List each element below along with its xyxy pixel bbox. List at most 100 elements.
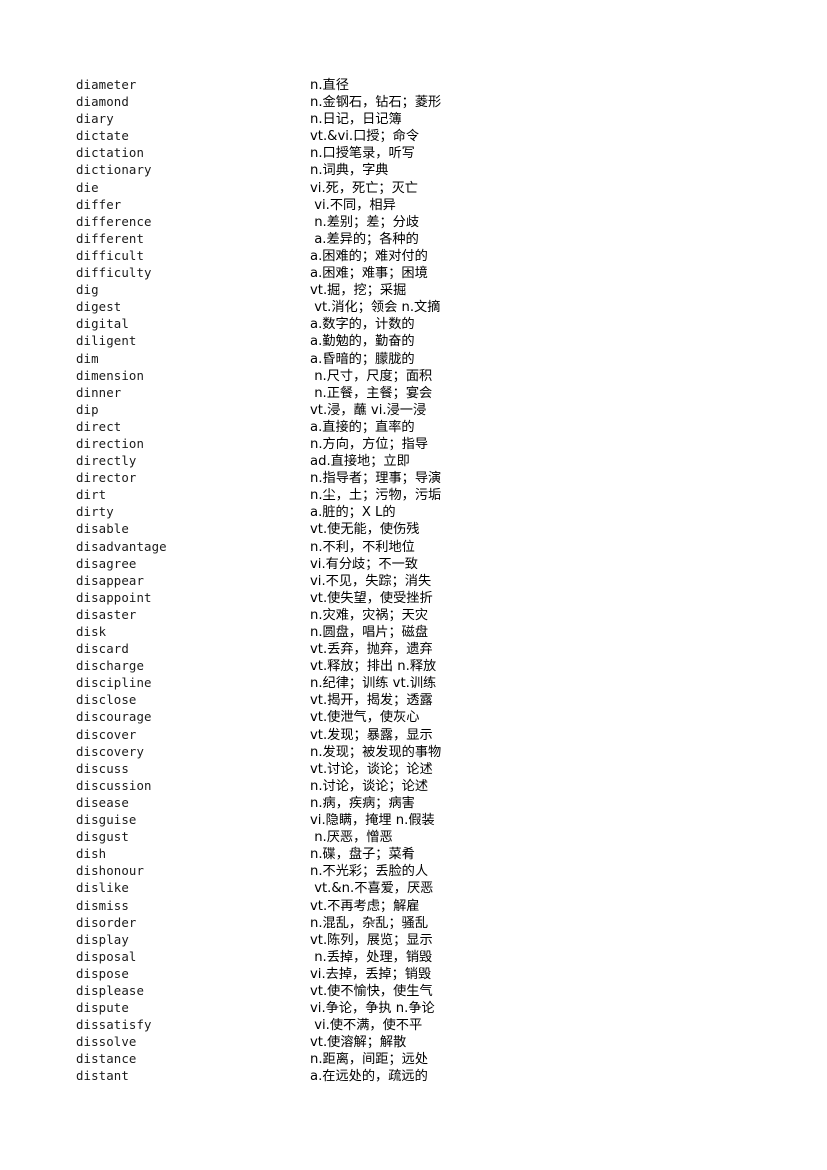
entry-headword: diamond xyxy=(76,94,129,110)
entry-definition: vi.不同，相异 xyxy=(310,197,396,213)
entry-definition: n.距离，间距；远处 xyxy=(310,1052,429,1068)
vocabulary-entry: die vi.死，死亡；灭亡 xyxy=(76,179,827,196)
entry-headword: differ xyxy=(76,196,122,212)
entry-definition: n.厌恶，憎恶 xyxy=(310,830,393,846)
entry-headword: dishonour xyxy=(76,863,145,879)
vocabulary-entry: digital a.数字的，计数的 xyxy=(76,315,827,332)
entry-headword: disguise xyxy=(76,812,137,828)
entry-definition: n.混乱，杂乱；骚乱 xyxy=(310,915,429,931)
vocabulary-entry: dictate vt.&vi.口授；命令 xyxy=(76,127,827,144)
entry-headword: dictate xyxy=(76,128,129,144)
vocabulary-entry: disappear vi.不见，失踪；消失 xyxy=(76,572,827,589)
vocabulary-entry: digest vt.消化；领会 n.文摘 xyxy=(76,298,827,315)
entry-definition: vt.讨论，谈论；论述 xyxy=(310,761,433,777)
entry-headword: directly xyxy=(76,453,137,469)
vocabulary-entry: disaster n.灾难，灾祸；天灾 xyxy=(76,606,827,623)
entry-definition: n.差别；差；分歧 xyxy=(310,214,420,230)
entry-headword: dissatisfy xyxy=(76,1017,152,1033)
entry-headword: dirt xyxy=(76,487,107,503)
entry-definition: vt.使溶解；解散 xyxy=(310,1035,407,1051)
entry-definition: a.脏的；X L的 xyxy=(310,505,396,521)
entry-headword: different xyxy=(76,230,145,246)
entry-definition: n.词典，字典 xyxy=(310,163,389,179)
entry-definition: n.不光彩；丢脸的人 xyxy=(310,864,429,880)
entry-definition: vt.掘，挖；采掘 xyxy=(310,283,407,299)
vocabulary-entry: disgust n.厌恶，憎恶 xyxy=(76,828,827,845)
entry-definition: a.数字的，计数的 xyxy=(310,317,415,333)
vocabulary-entry: display vt.陈列，展览；显示 xyxy=(76,931,827,948)
entry-headword: dimension xyxy=(76,367,145,383)
entry-definition: n.碟，盘子；菜肴 xyxy=(310,847,415,863)
entry-definition: n.指导者；理事；导演 xyxy=(310,471,442,487)
vocabulary-entry: disappoint vt.使失望，使受挫折 xyxy=(76,589,827,606)
entry-definition: n.正餐，主餐；宴会 xyxy=(310,385,433,401)
entry-definition: vi.死，死亡；灭亡 xyxy=(310,180,418,196)
vocabulary-entry: discourage vt.使泄气，使灰心 xyxy=(76,708,827,725)
entry-headword: director xyxy=(76,470,137,486)
entry-definition: a.昏暗的；朦胧的 xyxy=(310,351,415,367)
entry-headword: disposal xyxy=(76,948,137,964)
vocabulary-entry: diamond n.金钢石，钻石；菱形 xyxy=(76,93,827,110)
entry-headword: disorder xyxy=(76,914,137,930)
entry-headword: discourage xyxy=(76,709,152,725)
vocabulary-entry: directly ad.直接地；立即 xyxy=(76,452,827,469)
vocabulary-entry: dissolve vt.使溶解；解散 xyxy=(76,1033,827,1050)
entry-headword: discussion xyxy=(76,777,152,793)
entry-headword: discard xyxy=(76,641,129,657)
entry-definition: n.发现；被发现的事物 xyxy=(310,744,442,760)
entry-definition: a.直接的；直率的 xyxy=(310,419,415,435)
entry-headword: disgust xyxy=(76,829,129,845)
entry-definition: vt.使不愉快，使生气 xyxy=(310,983,433,999)
vocabulary-entry: discuss vt.讨论，谈论；论述 xyxy=(76,760,827,777)
entry-definition: n.口授笔录，听写 xyxy=(310,146,415,162)
vocabulary-entry: disease n.病，疾病；病害 xyxy=(76,794,827,811)
entry-definition: vi.争论，争执 n.争论 xyxy=(310,1001,435,1017)
entry-headword: difficult xyxy=(76,247,145,263)
document-page: diameter n.直径 diamond n.金钢石，钻石；菱形 diary n.日记，… xyxy=(0,0,827,1170)
vocabulary-entry: diameter n.直径 xyxy=(76,76,827,93)
entry-definition: n.直径 xyxy=(310,78,349,93)
entry-definition: n.金钢石，钻石；菱形 xyxy=(310,95,442,111)
vocabulary-entry: dismiss vt.不再考虑；解雇 xyxy=(76,897,827,914)
entry-headword: disappear xyxy=(76,572,145,588)
vocabulary-entry: direct a.直接的；直率的 xyxy=(76,418,827,435)
entry-headword: displease xyxy=(76,982,145,998)
entry-headword: direct xyxy=(76,418,122,434)
vocabulary-entry: dissatisfy vi.使不满，使不平 xyxy=(76,1016,827,1033)
entry-definition: vt.消化；领会 n.文摘 xyxy=(310,300,441,316)
entry-headword: dinner xyxy=(76,384,122,400)
entry-definition: vi.隐瞒，掩埋 n.假装 xyxy=(310,813,435,829)
entry-headword: diary xyxy=(76,111,114,127)
entry-definition: n.灾难，灾祸；天灾 xyxy=(310,607,429,623)
entry-definition: n.纪律；训练 vt.训练 xyxy=(310,676,437,692)
vocabulary-entry: diary n.日记，日记簿 xyxy=(76,110,827,127)
entry-headword: distant xyxy=(76,1068,129,1084)
vocabulary-entry: disable vt.使无能，使伤残 xyxy=(76,520,827,537)
entry-headword: digital xyxy=(76,316,129,332)
vocabulary-entry: discussion n.讨论，谈论；论述 xyxy=(76,777,827,794)
vocabulary-entry: dictionary n.词典，字典 xyxy=(76,161,827,178)
vocabulary-entry: diligent a.勤勉的，勤奋的 xyxy=(76,332,827,349)
vocabulary-entry: dispose vi.去掉，丢掉；销毁 xyxy=(76,965,827,982)
vocabulary-entry: difficulty a.困难；难事；困境 xyxy=(76,264,827,281)
entry-headword: disable xyxy=(76,521,129,537)
entry-headword: display xyxy=(76,931,129,947)
vocabulary-entry: dip vt.浸，蘸 vi.浸一浸 xyxy=(76,401,827,418)
entry-definition: n.日记，日记簿 xyxy=(310,112,402,128)
entry-headword: dirty xyxy=(76,504,114,520)
entry-headword: discuss xyxy=(76,760,129,776)
entry-headword: dip xyxy=(76,401,99,417)
entry-headword: disk xyxy=(76,624,107,639)
entry-definition: vi.有分歧；不一致 xyxy=(310,556,418,572)
entry-headword: diameter xyxy=(76,77,137,92)
entry-definition: vt.&vi.口授；命令 xyxy=(310,129,420,145)
vocabulary-entry: director n.指导者；理事；导演 xyxy=(76,469,827,486)
entry-headword: discipline xyxy=(76,675,152,691)
entry-definition: a.困难的；难对付的 xyxy=(310,248,428,264)
entry-definition: vt.使失望，使受挫折 xyxy=(310,590,433,606)
vocabulary-entry: disk n.圆盘，唱片；磁盘 xyxy=(76,623,827,640)
vocabulary-entry: disorder n.混乱，杂乱；骚乱 xyxy=(76,914,827,931)
vocabulary-entry: difference n.差别；差；分歧 xyxy=(76,213,827,230)
entry-headword: disclose xyxy=(76,692,137,708)
vocabulary-entry: distance n.距离，间距；远处 xyxy=(76,1050,827,1067)
